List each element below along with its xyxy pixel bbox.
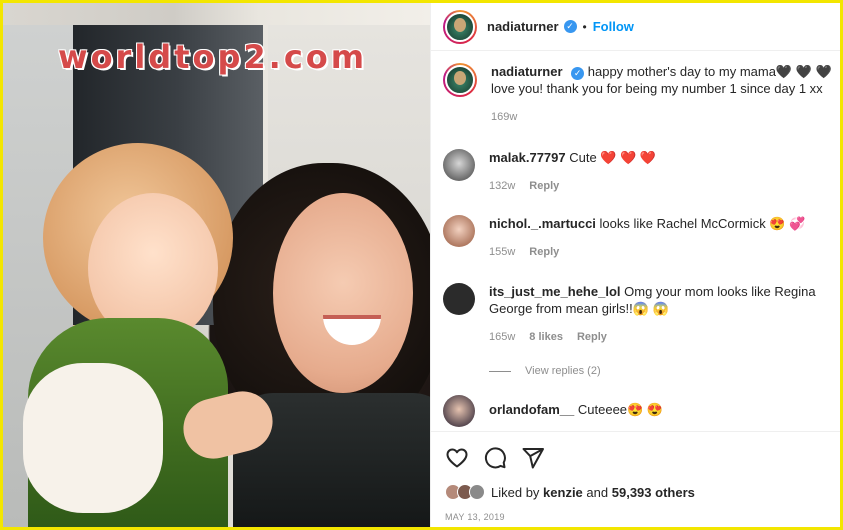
post-photo[interactable]: worldtop2.com: [3, 3, 430, 527]
comment-item: nichol._.martucci looks like Rachel McCo…: [443, 215, 833, 258]
likes-others[interactable]: 59,393 others: [612, 485, 695, 500]
comment-item: its_just_me_hehe_lol Omg your mom looks …: [443, 283, 833, 343]
photo-mother-face: [273, 193, 413, 393]
watermark: worldtop2.com: [58, 38, 368, 76]
post-caption: nadiaturner ✓ happy mother's day to my m…: [443, 63, 833, 123]
reply-button[interactable]: Reply: [529, 180, 559, 192]
commenter-avatar[interactable]: [443, 283, 475, 315]
reply-button[interactable]: Reply: [529, 246, 559, 258]
comment-time: 155w: [489, 246, 516, 258]
reply-button[interactable]: Reply: [577, 331, 607, 343]
comment-body: orlandofam__ Cuteeee😍 😍: [489, 395, 833, 418]
separator-dot: •: [582, 19, 587, 34]
photo-toddler-sleeve: [23, 363, 163, 513]
caption-username[interactable]: nadiaturner: [491, 64, 563, 79]
comment-meta: 155w Reply: [489, 246, 833, 258]
caption-text-block: nadiaturner ✓ happy mother's day to my m…: [491, 63, 833, 97]
liked-avatars: [445, 484, 485, 500]
comment-icon[interactable]: [483, 446, 507, 470]
author-username[interactable]: nadiaturner: [487, 19, 559, 34]
view-replies-button[interactable]: View replies (2): [489, 365, 601, 377]
action-icons: [445, 446, 545, 470]
post-frame: worldtop2.com nadiaturner ✓ • Follow nad…: [3, 3, 840, 527]
comment-meta: 165w 8 likes Reply: [489, 331, 833, 343]
likes-prefix: Liked by: [491, 484, 540, 500]
post-date: MAY 13, 2019: [445, 512, 505, 522]
comment-body: its_just_me_hehe_lol Omg your mom looks …: [489, 283, 833, 317]
view-replies-label: View replies (2): [525, 365, 601, 377]
commenter-avatar[interactable]: [443, 149, 475, 181]
commenter-username[interactable]: malak.77797: [489, 150, 566, 165]
commenter-username[interactable]: nichol._.martucci: [489, 216, 596, 231]
commenter-username[interactable]: orlandofam__: [489, 402, 574, 417]
caption-timestamp: 169w: [491, 111, 518, 123]
likes-and: and: [586, 484, 609, 500]
comment-text: looks like Rachel McCormick 😍 💞: [599, 216, 806, 231]
heart-icon[interactable]: [445, 446, 469, 470]
comment-likes[interactable]: 8 likes: [529, 331, 563, 343]
author-avatar-image: [445, 11, 475, 42]
caption-avatar-image: [445, 65, 475, 95]
follow-button[interactable]: Follow: [593, 19, 634, 34]
commenter-username[interactable]: its_just_me_hehe_lol: [489, 284, 621, 299]
comment-item: orlandofam__ Cuteeee😍 😍: [443, 395, 833, 427]
view-replies-line: [489, 370, 511, 372]
post-panel: nadiaturner ✓ • Follow nadiaturner ✓ hap…: [430, 3, 840, 527]
commenter-avatar[interactable]: [443, 215, 475, 247]
caption-avatar[interactable]: [443, 63, 477, 97]
commenter-avatar[interactable]: [443, 395, 475, 427]
comment-body: malak.77797 Cute ❤️ ❤️ ❤️: [489, 149, 833, 166]
verified-badge-icon: ✓: [563, 20, 577, 33]
comment-text: Cute ❤️ ❤️ ❤️: [569, 150, 657, 165]
share-icon[interactable]: [521, 446, 545, 470]
comment-text: Cuteeee😍 😍: [577, 402, 664, 417]
comment-item: malak.77797 Cute ❤️ ❤️ ❤️ 132w Reply: [443, 149, 833, 192]
liked-avatar: [469, 484, 485, 500]
post-actions: Liked by kenzie and 59,393 others MAY 13…: [431, 431, 840, 527]
post-header: nadiaturner ✓ • Follow: [431, 3, 840, 51]
likes-summary: Liked by kenzie and 59,393 others: [445, 484, 695, 500]
likes-user[interactable]: kenzie: [543, 485, 583, 500]
caption-verified-icon: ✓: [571, 67, 585, 80]
comment-time: 132w: [489, 180, 516, 192]
comment-meta: 132w Reply: [489, 180, 833, 192]
comment-body: nichol._.martucci looks like Rachel McCo…: [489, 215, 833, 232]
author-avatar[interactable]: [443, 9, 477, 44]
comment-time: 165w: [489, 331, 516, 343]
